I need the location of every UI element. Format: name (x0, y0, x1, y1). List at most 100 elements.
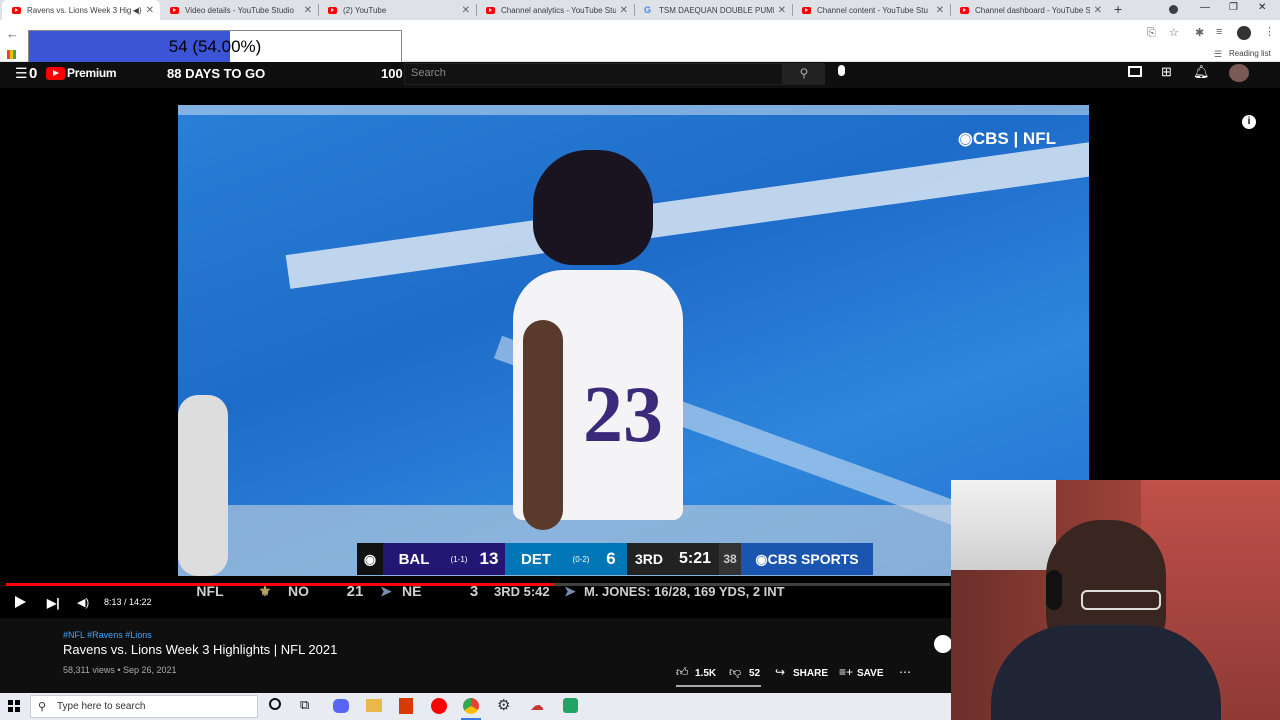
settings-gear-icon[interactable]: ⚙ (497, 696, 510, 714)
player-helmet (533, 150, 653, 265)
install-icon[interactable]: ⎘ (1147, 27, 1156, 40)
reading-list-icon[interactable]: ☰ (1214, 49, 1222, 60)
share-button[interactable]: SHARE (793, 668, 828, 679)
browser-tab-strip: Ravens vs. Lions Week 3 Hig ◀) ✕ Video d… (0, 0, 1280, 20)
share-icon[interactable]: ↪ (775, 665, 785, 679)
close-tab-icon[interactable]: ✕ (778, 5, 786, 16)
sentiment-bar (676, 685, 761, 687)
glasses (1081, 590, 1161, 610)
close-window-icon[interactable]: ✕ (1258, 2, 1266, 13)
browser-tab[interactable]: Video details - YouTube Studio ✕ (160, 0, 318, 20)
search-input[interactable]: Search (404, 63, 783, 85)
taskbar-search-input[interactable]: Type here to search (30, 695, 258, 718)
browser-tab[interactable]: (2) YouTube ✕ (318, 0, 476, 20)
hamburger-menu-icon[interactable]: ☰ (15, 65, 28, 82)
browser-tab[interactable]: Channel content - YouTube Stu ✕ (792, 0, 950, 20)
app-icon[interactable]: ☁ (530, 697, 544, 714)
new-tab-button[interactable]: + (1114, 1, 1122, 17)
player-arm (523, 320, 563, 530)
headset (1046, 570, 1062, 610)
office-icon[interactable] (399, 698, 413, 714)
close-tab-icon[interactable]: ✕ (936, 5, 944, 16)
tab-title: Channel analytics - YouTube Stu (501, 5, 616, 15)
bookmark-star-icon[interactable]: ☆ (1169, 26, 1179, 39)
play-clock: 38 (719, 543, 741, 575)
tab-title: Ravens vs. Lions Week 3 Hig (27, 5, 131, 15)
tab-title: Channel dashboard - YouTube S (975, 5, 1090, 15)
media-control-icon[interactable]: ≡ (1216, 26, 1222, 38)
home-record: (0-2) (567, 543, 595, 575)
next-video-icon[interactable]: ▶| (47, 596, 60, 610)
apps-icon[interactable] (7, 50, 16, 59)
minimize-icon[interactable]: — (1200, 2, 1210, 13)
profile-avatar[interactable] (1237, 26, 1251, 40)
create-video-icon[interactable] (1128, 66, 1142, 77)
countdown-text: 88 DAYS TO GO (167, 66, 266, 81)
cortana-icon[interactable] (269, 698, 281, 710)
time-display: 8:13 / 14:22 (104, 597, 152, 607)
home-score: 6 (595, 543, 627, 575)
search-icon: ⚲ (38, 701, 47, 713)
like-count: 1.5K (695, 668, 717, 679)
counter-text: 100 (381, 66, 403, 81)
away-team: BAL (383, 543, 445, 575)
youtube-favicon-icon (328, 6, 337, 14)
dislike-icon[interactable]: 👎︎ (729, 665, 741, 680)
task-view-icon[interactable]: ⧉ (300, 697, 309, 713)
seek-bar-progress (6, 583, 554, 586)
chrome-menu-icon[interactable]: ⋮ (1264, 25, 1275, 38)
close-tab-icon[interactable]: ✕ (620, 5, 628, 16)
info-icon[interactable]: i (1242, 115, 1256, 129)
windows-start-icon[interactable] (8, 700, 20, 712)
notifications-bell-icon[interactable]: 🔔︎ (1193, 64, 1210, 80)
reading-list-label[interactable]: Reading list (1229, 49, 1271, 58)
close-tab-icon[interactable]: ✕ (304, 5, 312, 16)
person-hoodie (991, 625, 1221, 720)
tab-title: (2) YouTube (343, 5, 387, 15)
save-to-playlist-icon[interactable]: ≡+ (839, 665, 853, 679)
upload-progress-overlay: 54 (54.00%) (28, 30, 402, 63)
browser-tab[interactable]: Channel dashboard - YouTube S ✕ (950, 0, 1108, 20)
field-stripe (178, 105, 1089, 115)
webcam-overlay (951, 480, 1280, 720)
back-icon[interactable]: ← (6, 26, 19, 41)
browser-tab[interactable]: G TSM DAEQUAN DOUBLE PUMP ✕ (634, 0, 792, 20)
play-icon[interactable] (15, 596, 26, 608)
discord-icon[interactable] (333, 699, 349, 713)
floating-button[interactable] (934, 635, 952, 653)
like-icon[interactable]: 👍︎ (676, 665, 689, 680)
tab-search-icon[interactable] (1169, 5, 1178, 14)
extensions-icon[interactable]: ✱ (1195, 26, 1204, 39)
avatar[interactable] (1229, 64, 1249, 82)
chrome-icon[interactable] (463, 698, 479, 714)
game-clock: 5:21 (671, 543, 719, 575)
media-player-icon[interactable] (431, 698, 447, 714)
volume-icon[interactable]: ◀) (77, 596, 89, 609)
close-tab-icon[interactable]: ✕ (146, 5, 154, 16)
tab-title: Video details - YouTube Studio (185, 5, 294, 15)
close-tab-icon[interactable]: ✕ (1094, 5, 1102, 16)
youtube-masthead: ☰ 0 Premium 88 DAYS TO GO 100 Search ⚲ ⊞… (0, 62, 1280, 88)
youtube-logo-icon[interactable] (46, 67, 65, 80)
google-favicon-icon: G (644, 5, 652, 15)
hashtags[interactable]: #NFL #Ravens #Lions (63, 630, 152, 640)
browser-tab[interactable]: Ravens vs. Lions Week 3 Hig ◀) ✕ (2, 0, 160, 20)
close-tab-icon[interactable]: ✕ (462, 5, 470, 16)
seek-bar[interactable] (6, 583, 950, 586)
speaker-icon[interactable]: ◀) (133, 6, 142, 15)
more-actions-icon[interactable]: ⋯ (899, 665, 911, 679)
apps-grid-icon[interactable]: ⊞ (1161, 64, 1172, 80)
microphone-icon[interactable] (838, 65, 845, 76)
restore-icon[interactable]: ❐ (1229, 2, 1238, 13)
video-meta: 58,311 views • Sep 26, 2021 (63, 665, 177, 675)
file-explorer-icon[interactable] (366, 699, 382, 712)
app-icon[interactable] (563, 698, 578, 713)
save-button[interactable]: SAVE (857, 668, 884, 679)
progress-text: 54 (54.00%) (168, 36, 262, 56)
browser-tab[interactable]: Channel analytics - YouTube Stu ✕ (476, 0, 634, 20)
tab-title: TSM DAEQUAN DOUBLE PUMP (659, 5, 774, 15)
search-button[interactable]: ⚲ (783, 63, 825, 85)
youtube-favicon-icon (12, 6, 21, 14)
youtube-favicon-icon (802, 6, 811, 14)
premium-logo-text[interactable]: Premium (67, 66, 117, 80)
